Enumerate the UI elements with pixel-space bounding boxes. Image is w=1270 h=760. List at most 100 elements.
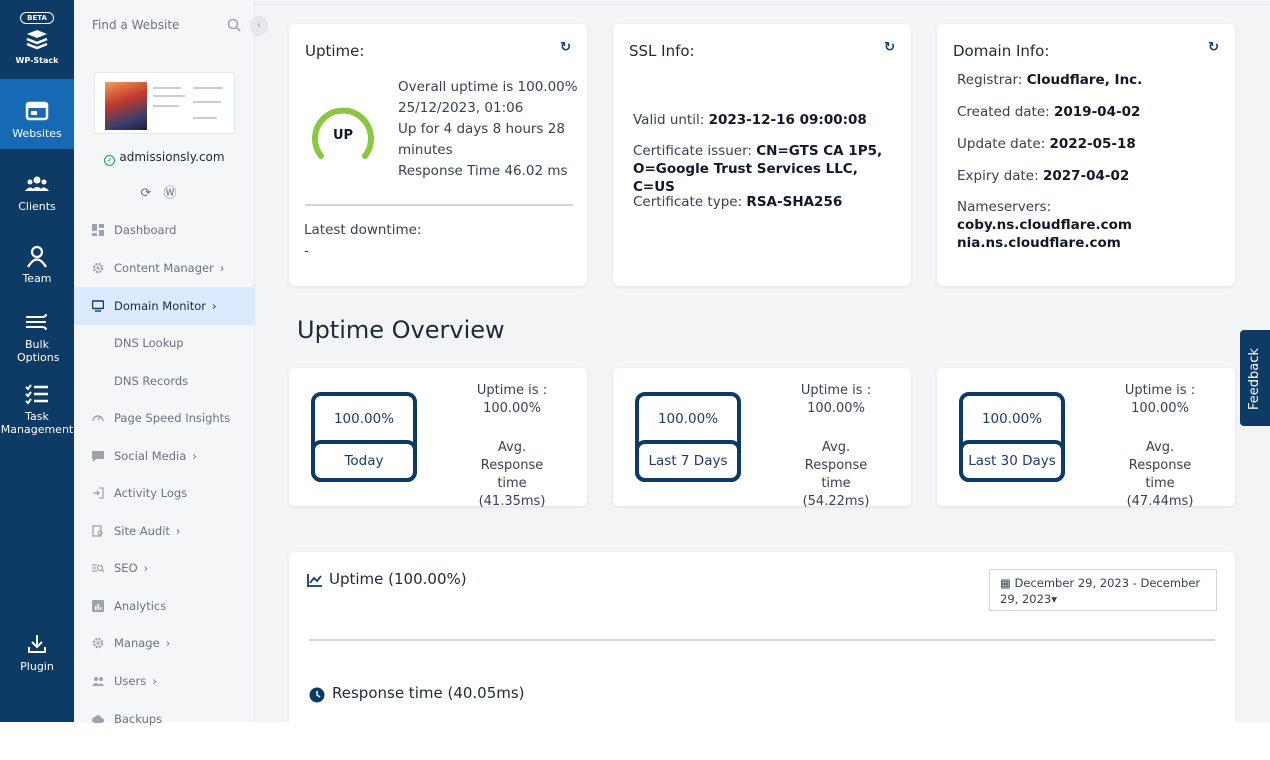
overview-card-7-days: 100.00% Last 7 Days Uptime is : 100.00% … xyxy=(613,368,911,509)
value: 2023-12-16 09:00:08 xyxy=(708,112,867,128)
date-range-text: December 29, 2023 - December 29, 2023 xyxy=(1000,576,1201,606)
rail-item-websites[interactable]: Websites xyxy=(0,79,74,149)
nav-dns-lookup[interactable]: DNS Lookup xyxy=(74,324,255,362)
uptime-card-title: Uptime: xyxy=(305,42,365,60)
date-range-picker[interactable]: ▦ December 29, 2023 - December 29, 2023▾ xyxy=(989,569,1217,611)
rail-item-bulk-options[interactable]: Bulk Options xyxy=(0,310,74,364)
nav-site-audit[interactable]: Site Audit › xyxy=(74,512,255,550)
uptime-history-card: Uptime (100.00%) ▦ December 29, 2023 - D… xyxy=(289,552,1235,722)
nav-label: Dashboard xyxy=(114,223,177,237)
nav-label: DNS Records xyxy=(114,374,189,388)
uptime-label: Uptime is : xyxy=(1124,383,1196,398)
nav-seo[interactable]: SEO › xyxy=(74,549,255,587)
rail-item-team[interactable]: Team xyxy=(0,244,74,285)
websites-icon xyxy=(25,101,49,121)
value: Cloudflare, Inc. xyxy=(1026,72,1143,88)
uptime-label: Uptime is : xyxy=(800,383,872,398)
nav-page-speed-insights[interactable]: Page Speed Insights xyxy=(74,399,255,437)
nav-activity-logs[interactable]: Activity Logs xyxy=(74,474,255,512)
search-icon[interactable] xyxy=(227,18,241,32)
collapse-sidebar-button[interactable]: ‹ xyxy=(250,16,268,36)
label: Update date: xyxy=(957,136,1050,152)
expiry-date: Expiry date: 2027-04-02 xyxy=(957,166,1129,187)
nav-manage[interactable]: Manage › xyxy=(74,624,255,662)
nameserver-2: nia.ns.cloudflare.com xyxy=(957,235,1121,251)
refresh-icon[interactable]: ↻ xyxy=(560,40,571,55)
main-content: Uptime: ↻ UP Overall uptime is 100.00% 2… xyxy=(255,0,1270,722)
period-percent: 100.00% xyxy=(981,411,1043,427)
ssl-type: Certificate type: RSA-SHA256 xyxy=(633,192,903,213)
website-thumbnail[interactable] xyxy=(94,72,235,134)
domain-card: Domain Info: ↻ Registrar: Cloudflare, In… xyxy=(937,24,1235,286)
value: 2027-04-02 xyxy=(1042,168,1130,184)
brand-name: WP-Stack xyxy=(15,56,59,65)
gear-icon xyxy=(92,262,104,274)
site-name[interactable]: ✓ admissionsly.com xyxy=(74,150,255,166)
rail-label: Task Management xyxy=(0,410,74,436)
refresh-icon[interactable]: ↻ xyxy=(884,40,895,55)
ssl-valid-until: Valid until: 2023-12-16 09:00:08 xyxy=(633,110,903,131)
rail-item-task-management[interactable]: Task Management xyxy=(0,382,74,436)
chevron-right-icon: › xyxy=(152,674,157,688)
up-for: Up for 4 days 8 hours 28 minutes xyxy=(398,121,565,158)
rail-item-plugin[interactable]: Plugin xyxy=(0,632,74,673)
nav-users[interactable]: Users › xyxy=(74,662,255,700)
nav-content-manager[interactable]: Content Manager › xyxy=(74,249,255,287)
nav-label: Manage xyxy=(114,636,160,650)
caret-down-icon: ▾ xyxy=(1051,592,1057,606)
sync-icon[interactable]: ⟳ xyxy=(141,186,164,201)
uptime-value: 100.00% xyxy=(483,401,541,416)
period-label[interactable]: Today xyxy=(311,440,417,482)
nav-label: SEO xyxy=(114,561,138,575)
nav-label: Site Audit xyxy=(114,524,170,538)
period-label[interactable]: Last 7 Days xyxy=(635,440,741,482)
chevron-right-icon: › xyxy=(165,636,171,650)
brand-logo[interactable]: BETA WP-Stack xyxy=(0,10,74,65)
refresh-icon[interactable]: ↻ xyxy=(1208,40,1219,55)
created-date: Created date: 2019-04-02 xyxy=(957,102,1140,123)
wp-stack-logo-icon xyxy=(26,30,48,50)
avg-value: (41.35ms) xyxy=(478,494,546,509)
search-input[interactable]: Find a Website xyxy=(74,8,255,44)
response-time-title: Response time (40.05ms) xyxy=(332,684,525,702)
clients-icon xyxy=(25,176,49,191)
wordpress-icon[interactable]: Ⓦ xyxy=(163,186,188,201)
site-actions: ⟳Ⓦ xyxy=(74,182,255,201)
label: Expiry date: xyxy=(957,168,1043,184)
nav-domain-monitor[interactable]: Domain Monitor › xyxy=(74,287,255,325)
sidebar: Find a Website ✓ admissionsly.com ⟳Ⓦ Dash… xyxy=(74,0,255,726)
nav-backups[interactable]: Backups xyxy=(74,700,255,738)
uptime-status: UP xyxy=(332,128,354,143)
chevron-right-icon: › xyxy=(175,524,181,538)
avg-label: Avg. Response time xyxy=(1128,440,1192,491)
history-divider xyxy=(309,639,1215,641)
period-label[interactable]: Last 30 Days xyxy=(959,440,1065,482)
feedback-tab[interactable]: Feedback xyxy=(1240,330,1270,426)
chevron-right-icon: › xyxy=(212,299,217,313)
avg-value: (47.44ms) xyxy=(1126,494,1194,509)
calendar-icon: ▦ xyxy=(1000,576,1015,590)
label: Nameservers: xyxy=(957,199,1052,215)
period-percent: 100.00% xyxy=(657,411,719,427)
plugin-icon xyxy=(28,635,46,653)
label: Registrar: xyxy=(957,72,1027,88)
card-divider xyxy=(305,204,573,206)
nav-dns-records[interactable]: DNS Records xyxy=(74,362,255,400)
uptime-card: Uptime: ↻ UP Overall uptime is 100.00% 2… xyxy=(289,24,587,286)
search-placeholder: Find a Website xyxy=(92,18,180,32)
nav-analytics[interactable]: Analytics xyxy=(74,587,255,625)
nav-dashboard[interactable]: Dashboard xyxy=(74,211,255,249)
nav-label: Backups xyxy=(114,712,163,726)
nav-social-media[interactable]: Social Media › xyxy=(74,437,255,475)
nav-label: Page Speed Insights xyxy=(114,411,231,425)
nav-label: DNS Lookup xyxy=(114,336,184,350)
site-name-text: admissionsly.com xyxy=(119,150,225,164)
seo-icon xyxy=(92,564,104,573)
avg-label: Avg. Response time xyxy=(804,440,868,491)
uptime-value: 100.00% xyxy=(807,401,865,416)
rail-item-clients[interactable]: Clients xyxy=(0,172,74,213)
uptime-overview-title: Uptime Overview xyxy=(297,316,505,344)
users-icon xyxy=(92,677,104,686)
nameservers: Nameservers: coby.ns.cloudflare.com nia.… xyxy=(957,198,1132,252)
monitor-icon xyxy=(92,300,104,312)
